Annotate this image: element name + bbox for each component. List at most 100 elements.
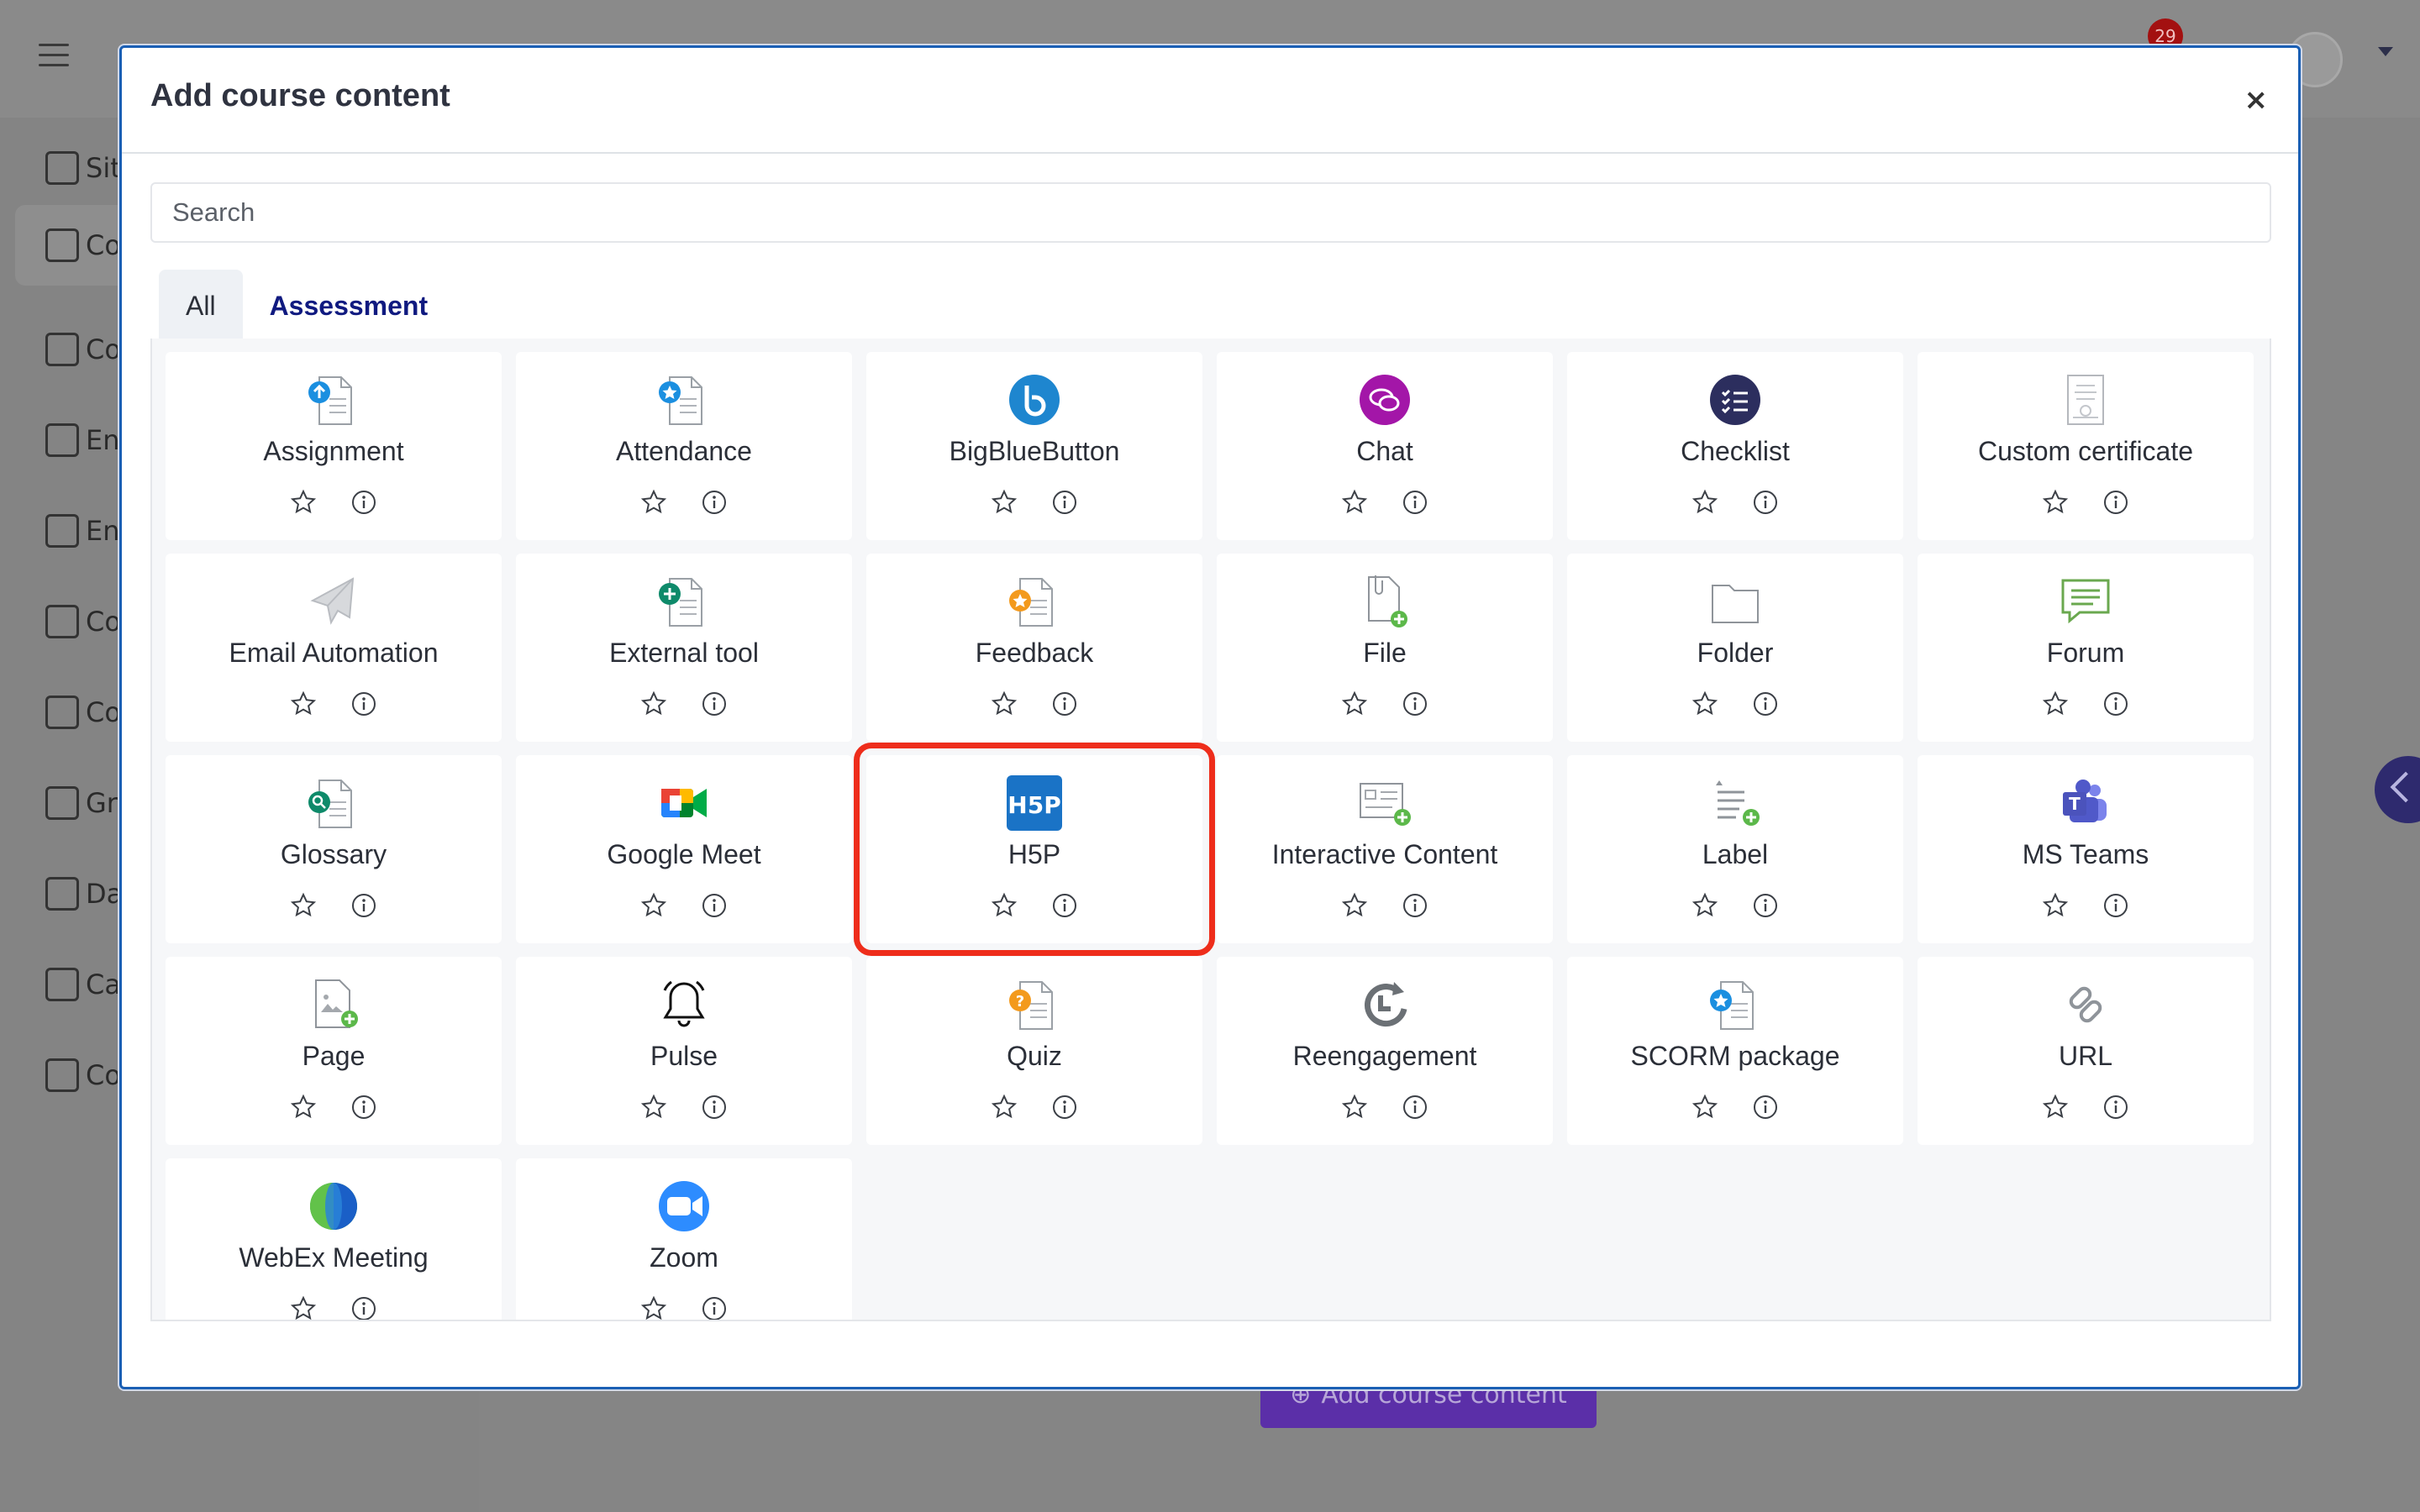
activity-tile[interactable]: Interactive Content xyxy=(1217,755,1553,943)
activity-label: Email Automation xyxy=(229,638,439,668)
forum-icon xyxy=(2056,572,2115,631)
info-icon[interactable] xyxy=(350,690,378,718)
tile-actions xyxy=(516,1294,852,1320)
star-icon[interactable] xyxy=(639,488,668,517)
activity-tile[interactable]: Checklist xyxy=(1567,352,1903,540)
activity-tile[interactable]: File xyxy=(1217,554,1553,742)
sidebar-item-label: En xyxy=(86,424,120,456)
star-icon[interactable] xyxy=(1340,1093,1369,1121)
activity-tile[interactable]: Zoom xyxy=(516,1158,852,1320)
activity-tile[interactable]: External tool xyxy=(516,554,852,742)
star-icon[interactable] xyxy=(2041,1093,2070,1121)
star-icon[interactable] xyxy=(1340,690,1369,718)
star-icon[interactable] xyxy=(639,690,668,718)
info-icon[interactable] xyxy=(1050,690,1079,718)
star-icon[interactable] xyxy=(990,1093,1018,1121)
sidebar-item-label: Co xyxy=(86,606,121,638)
activity-tile[interactable]: H5P H5P xyxy=(854,743,1215,956)
activity-tile[interactable]: Assignment xyxy=(166,352,502,540)
star-icon[interactable] xyxy=(289,891,318,920)
certificate-icon xyxy=(2056,370,2115,429)
sidebar-item-label: En xyxy=(86,515,120,547)
info-icon[interactable] xyxy=(1751,891,1780,920)
star-icon[interactable] xyxy=(990,690,1018,718)
activity-tile[interactable]: Attendance xyxy=(516,352,852,540)
activity-tile[interactable]: BigBlueButton xyxy=(866,352,1202,540)
activity-tile[interactable]: Glossary xyxy=(166,755,502,943)
activity-tile[interactable]: Custom certificate xyxy=(1918,352,2254,540)
tab-assessment[interactable]: Assessment xyxy=(243,270,455,342)
activity-tile[interactable]: Page xyxy=(166,957,502,1145)
tile-actions xyxy=(1567,1093,1903,1126)
info-icon[interactable] xyxy=(2102,690,2130,718)
info-icon[interactable] xyxy=(1050,488,1079,517)
info-icon[interactable] xyxy=(700,1294,729,1320)
activity-tile[interactable]: URL xyxy=(1918,957,2254,1145)
activity-tile[interactable]: Chat xyxy=(1217,352,1553,540)
dashboard-icon xyxy=(45,877,79,911)
star-icon[interactable] xyxy=(1340,891,1369,920)
activity-tile[interactable]: Feedback xyxy=(866,554,1202,742)
star-icon[interactable] xyxy=(639,1294,668,1320)
star-icon[interactable] xyxy=(2041,690,2070,718)
activity-tile[interactable]: Forum xyxy=(1918,554,2254,742)
info-icon[interactable] xyxy=(1401,1093,1429,1121)
star-icon[interactable] xyxy=(1691,488,1719,517)
activity-tile[interactable]: Google Meet xyxy=(516,755,852,943)
info-icon[interactable] xyxy=(350,1093,378,1121)
search-input[interactable] xyxy=(150,182,2271,243)
info-icon[interactable] xyxy=(350,891,378,920)
menu-icon[interactable] xyxy=(39,44,69,69)
activity-tile[interactable]: SCORM package xyxy=(1567,957,1903,1145)
info-icon[interactable] xyxy=(350,488,378,517)
info-icon[interactable] xyxy=(1401,891,1429,920)
activity-tile[interactable]: Label xyxy=(1567,755,1903,943)
tile-actions xyxy=(866,1093,1202,1126)
info-icon[interactable] xyxy=(1050,891,1079,920)
chevron-down-icon[interactable] xyxy=(2378,47,2393,56)
info-icon[interactable] xyxy=(700,1093,729,1121)
star-icon[interactable] xyxy=(2041,891,2070,920)
star-icon[interactable] xyxy=(1691,1093,1719,1121)
star-icon[interactable] xyxy=(289,690,318,718)
close-button[interactable]: × xyxy=(2244,83,2269,117)
info-icon[interactable] xyxy=(700,891,729,920)
info-icon[interactable] xyxy=(2102,1093,2130,1121)
star-icon[interactable] xyxy=(289,1093,318,1121)
checklist-icon xyxy=(1706,370,1765,429)
star-icon[interactable] xyxy=(990,488,1018,517)
activity-tile[interactable]: T MS Teams xyxy=(1918,755,2254,943)
star-icon[interactable] xyxy=(1340,488,1369,517)
star-icon[interactable] xyxy=(639,891,668,920)
tab-all[interactable]: All xyxy=(159,270,243,342)
star-icon[interactable] xyxy=(990,891,1018,920)
activity-tile[interactable]: Folder xyxy=(1567,554,1903,742)
activity-tile[interactable]: WebEx Meeting xyxy=(166,1158,502,1320)
activity-tile[interactable]: Reengagement xyxy=(1217,957,1553,1145)
info-icon[interactable] xyxy=(700,690,729,718)
info-icon[interactable] xyxy=(2102,488,2130,517)
activity-grid-container: Assignment Attendance BigBlueButton Chat Che… xyxy=(150,339,2271,1321)
info-icon[interactable] xyxy=(350,1294,378,1320)
activity-tile[interactable]: Email Automation xyxy=(166,554,502,742)
star-icon[interactable] xyxy=(639,1093,668,1121)
info-icon[interactable] xyxy=(1050,1093,1079,1121)
assignment-icon xyxy=(304,370,363,429)
star-icon[interactable] xyxy=(2041,488,2070,517)
star-icon[interactable] xyxy=(1691,891,1719,920)
info-icon[interactable] xyxy=(1751,690,1780,718)
info-icon[interactable] xyxy=(1751,1093,1780,1121)
reengagement-icon xyxy=(1355,975,1414,1034)
info-icon[interactable] xyxy=(2102,891,2130,920)
interactive-content-icon xyxy=(1355,774,1414,832)
sidebar-item-label: Gr xyxy=(86,787,118,819)
activity-tile[interactable]: ? Quiz xyxy=(866,957,1202,1145)
star-icon[interactable] xyxy=(289,488,318,517)
info-icon[interactable] xyxy=(1401,690,1429,718)
info-icon[interactable] xyxy=(700,488,729,517)
star-icon[interactable] xyxy=(289,1294,318,1320)
info-icon[interactable] xyxy=(1401,488,1429,517)
activity-tile[interactable]: Pulse xyxy=(516,957,852,1145)
star-icon[interactable] xyxy=(1691,690,1719,718)
info-icon[interactable] xyxy=(1751,488,1780,517)
